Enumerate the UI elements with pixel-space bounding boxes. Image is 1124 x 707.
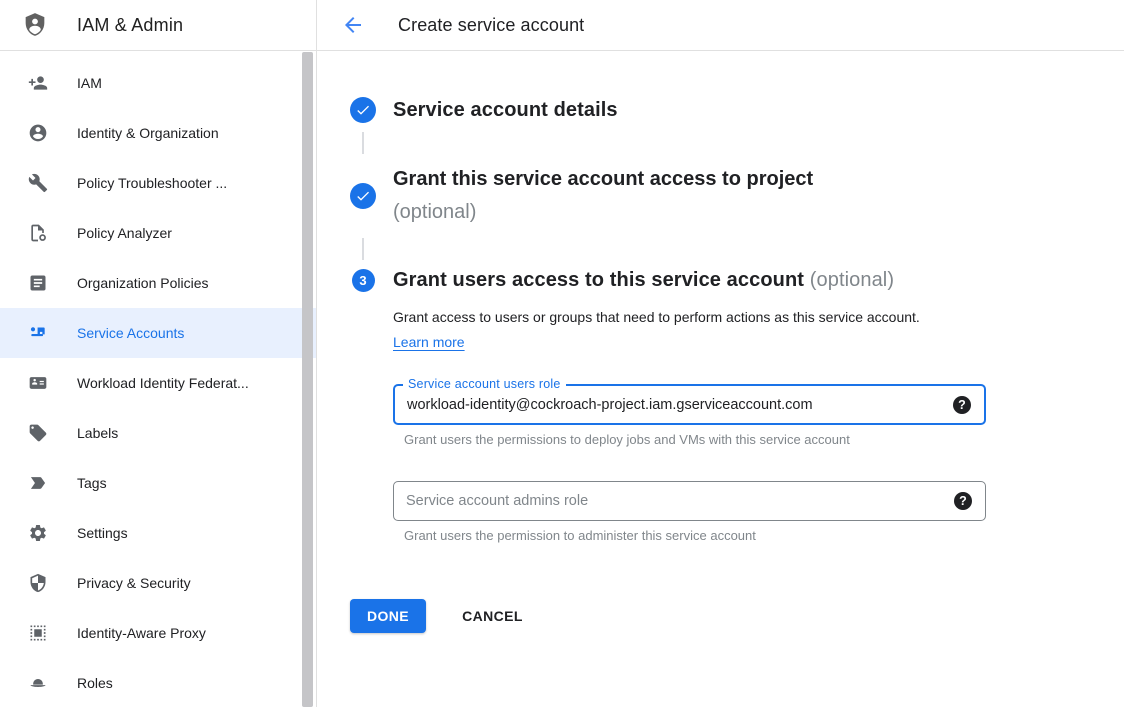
sidebar-item-roles[interactable]: Roles [0, 658, 316, 707]
sidebar: IAM & Admin IAM Identity & Organization … [0, 0, 317, 707]
sidebar-item-label: Privacy & Security [77, 575, 191, 591]
step-3-grant-users-access: 3 Grant users access to this service acc… [350, 269, 1124, 292]
users-role-input[interactable] [395, 386, 984, 423]
step-1-title: Service account details [393, 99, 618, 122]
sidebar-item-tags[interactable]: Tags [0, 458, 316, 508]
main-panel: Create service account Service account d… [317, 0, 1124, 707]
account-circle-icon [28, 123, 48, 143]
sidebar-item-label: Identity & Organization [77, 125, 219, 141]
sidebar-item-label: Service Accounts [77, 325, 184, 341]
label-icon [28, 423, 48, 443]
learn-more-link[interactable]: Learn more [393, 334, 465, 350]
page-header: Create service account [317, 0, 1124, 51]
sidebar-item-label: IAM [77, 75, 102, 91]
admins-role-field: ? [393, 481, 986, 521]
step-1-service-account-details: Service account details [350, 97, 1124, 123]
done-button[interactable]: DONE [350, 599, 426, 633]
sidebar-item-label: Policy Analyzer [77, 225, 172, 241]
page-title: Create service account [398, 15, 584, 36]
step-2-complete-check-icon [350, 183, 376, 209]
step-3-body: Grant access to users or groups that nee… [393, 305, 1124, 673]
app-root: IAM & Admin IAM Identity & Organization … [0, 0, 1124, 707]
sidebar-nav: IAM Identity & Organization Policy Troub… [0, 51, 316, 707]
users-role-helper-text: Grant users the permissions to deploy jo… [404, 432, 986, 447]
proxy-icon [28, 623, 48, 643]
step-1-complete-check-icon [350, 97, 376, 123]
step-3-number-badge: 3 [352, 269, 375, 292]
badge-icon [28, 373, 48, 393]
admins-role-field-group: ? Grant users the permission to administ… [393, 481, 986, 543]
step-connector [362, 238, 364, 260]
step-2-title: Grant this service account access to pro… [393, 163, 813, 229]
app-title: IAM & Admin [77, 15, 183, 36]
sidebar-scrollbar[interactable] [302, 52, 313, 707]
create-service-account-form: Service account details Grant this servi… [317, 51, 1124, 673]
sidebar-item-label: Identity-Aware Proxy [77, 625, 206, 641]
sidebar-item-label: Labels [77, 425, 118, 441]
sidebar-item-labels[interactable]: Labels [0, 408, 316, 458]
sidebar-item-label: Tags [77, 475, 107, 491]
sidebar-item-label: Roles [77, 675, 113, 691]
sidebar-item-service-accounts[interactable]: Service Accounts [0, 308, 316, 358]
doc-gear-icon [28, 223, 48, 243]
sidebar-item-policy-analyzer[interactable]: Policy Analyzer [0, 208, 316, 258]
sidebar-item-workload-identity-federat[interactable]: Workload Identity Federat... [0, 358, 316, 408]
cancel-button[interactable]: CANCEL [446, 599, 539, 633]
wrench-icon [28, 173, 48, 193]
person-add-icon [28, 73, 48, 93]
tag-icon [28, 473, 48, 493]
users-role-field-label: Service account users role [403, 377, 566, 391]
sidebar-item-label: Settings [77, 525, 128, 541]
sidebar-item-privacy-security[interactable]: Privacy & Security [0, 558, 316, 608]
users-role-field-group: Service account users role ? Grant users… [393, 384, 986, 447]
iam-shield-icon [21, 10, 49, 40]
gear-icon [28, 523, 48, 543]
sidebar-item-label: Organization Policies [77, 275, 209, 291]
sidebar-item-organization-policies[interactable]: Organization Policies [0, 258, 316, 308]
sidebar-item-identity-aware-proxy[interactable]: Identity-Aware Proxy [0, 608, 316, 658]
step-connector [362, 132, 364, 154]
admins-role-helper-text: Grant users the permission to administer… [404, 528, 986, 543]
form-actions: DONE CANCEL [350, 599, 1124, 673]
shield-half-icon [28, 573, 48, 593]
article-icon [28, 273, 48, 293]
sidebar-item-label: Policy Troubleshooter ... [77, 175, 227, 191]
sidebar-item-iam[interactable]: IAM [0, 58, 316, 108]
back-arrow-icon[interactable] [341, 13, 365, 37]
hat-icon [28, 673, 48, 693]
step-3-description: Grant access to users or groups that nee… [393, 305, 949, 355]
service-account-icon [28, 323, 48, 343]
sidebar-item-settings[interactable]: Settings [0, 508, 316, 558]
admins-role-input[interactable] [394, 482, 985, 520]
sidebar-item-policy-troubleshooter[interactable]: Policy Troubleshooter ... [0, 158, 316, 208]
step-2-grant-access-to-project: Grant this service account access to pro… [350, 163, 1124, 229]
help-icon[interactable]: ? [953, 396, 971, 414]
sidebar-item-identity-organization[interactable]: Identity & Organization [0, 108, 316, 158]
users-role-field: Service account users role ? [393, 384, 986, 425]
help-icon[interactable]: ? [954, 492, 972, 510]
sidebar-header: IAM & Admin [0, 0, 316, 51]
step-3-title: Grant users access to this service accou… [393, 269, 894, 292]
sidebar-item-label: Workload Identity Federat... [77, 375, 249, 391]
